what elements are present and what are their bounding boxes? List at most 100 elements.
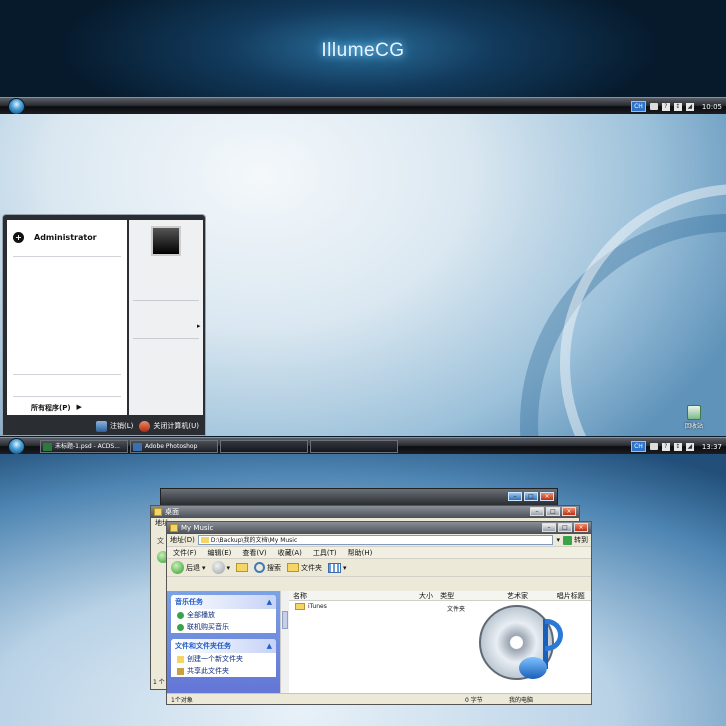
folder-icon <box>295 603 305 610</box>
forward-button[interactable]: ▾ <box>211 561 231 574</box>
search-button[interactable]: 搜索 <box>254 562 281 573</box>
column-album[interactable]: 唱片标题 <box>553 591 591 600</box>
task-share-folder[interactable]: 共享此文件夹 <box>171 665 276 677</box>
chevron-down-icon[interactable]: ▾ <box>556 536 560 544</box>
chevron-up-icon[interactable]: ▲ <box>267 598 272 606</box>
column-type[interactable]: 类型 <box>436 591 503 600</box>
logoff-label: 注销(L) <box>110 422 134 430</box>
window-titlebar[interactable]: My Music – □ × <box>167 522 591 534</box>
chevron-down-icon[interactable]: ▾ <box>227 564 231 572</box>
task-pane-scrollbar[interactable] <box>280 591 289 694</box>
menu-favorites[interactable]: 收藏(A) <box>278 548 302 558</box>
views-icon <box>328 562 342 573</box>
minimize-button[interactable]: – <box>530 507 544 516</box>
photoshop-icon <box>133 443 142 451</box>
start-menu-footer: 注销(L) 关闭计算机(U) <box>3 416 205 436</box>
system-tray: CH ? ↕ ◢ 10:05 <box>631 98 722 115</box>
volume-icon[interactable]: ◢ <box>685 102 694 111</box>
column-name[interactable]: 名称 <box>289 591 415 600</box>
minimize-button[interactable]: – <box>508 492 522 501</box>
help-icon[interactable]: ? <box>661 442 670 451</box>
task-play-all[interactable]: 全部播放 <box>171 609 276 621</box>
menu-bar: 文件(F) 编辑(E) 查看(V) 收藏(A) 工具(T) 帮助(H) <box>167 547 591 559</box>
start-menu-places-pane: ▸ <box>129 220 203 415</box>
clock[interactable]: 10:05 <box>702 103 722 111</box>
taskbar-button-label: 未标题-1.psd - ACDS... <box>55 443 120 450</box>
scrollbar-thumb[interactable] <box>282 611 288 629</box>
taskbar-button-photoshop[interactable]: Adobe Photoshop <box>130 440 218 453</box>
task-new-folder[interactable]: 创建一个新文件夹 <box>171 653 276 665</box>
avatar[interactable] <box>151 226 181 256</box>
forward-icon <box>211 561 225 574</box>
minimize-button[interactable]: – <box>542 523 556 532</box>
header-banner: IllumeCG <box>0 0 726 97</box>
file-name: iTunes <box>308 603 327 610</box>
back-button[interactable]: 后退 ▾ <box>171 561 206 574</box>
explorer-content: 音乐任务 ▲ 全部播放 联机购买音乐 文件和文件夹任务 ▲ 创建一个新文件夹 共… <box>167 591 591 694</box>
folder-icon <box>170 524 178 532</box>
volume-icon[interactable]: ◢ <box>685 442 694 451</box>
folders-button[interactable]: 文件夹 <box>287 563 322 573</box>
views-button[interactable]: ▾ <box>328 562 347 573</box>
recycle-bin[interactable]: 回收站 <box>682 405 706 430</box>
keyboard-icon[interactable] <box>649 443 658 450</box>
taskbar-button[interactable] <box>220 440 308 453</box>
chevron-right-icon[interactable]: ▸ <box>197 322 201 330</box>
close-button[interactable]: × <box>562 507 576 516</box>
maximize-button[interactable]: □ <box>524 492 538 501</box>
address-label: 地址(D) <box>170 536 195 544</box>
taskbar-button[interactable] <box>310 440 398 453</box>
clock[interactable]: 13:37 <box>702 443 722 451</box>
chevron-up-icon[interactable]: ▲ <box>267 642 272 650</box>
divider <box>13 256 121 257</box>
task-pane: 音乐任务 ▲ 全部播放 联机购买音乐 文件和文件夹任务 ▲ 创建一个新文件夹 共… <box>167 591 280 694</box>
list-item[interactable]: iTunes <box>295 603 327 610</box>
window-my-music[interactable]: My Music – □ × 地址(D) D:\Backup\我的文档\My M… <box>166 521 592 705</box>
logoff-button[interactable]: 注销(L) <box>96 420 134 432</box>
file-tasks-header[interactable]: 文件和文件夹任务 ▲ <box>171 639 276 653</box>
go-button[interactable]: 转到 <box>563 535 588 545</box>
help-icon[interactable]: ? <box>661 102 670 111</box>
file-tasks-panel: 文件和文件夹任务 ▲ 创建一个新文件夹 共享此文件夹 <box>171 639 276 677</box>
chevron-down-icon[interactable]: ▾ <box>202 564 206 572</box>
all-programs-button[interactable]: 所有程序(P) ▶ <box>31 403 82 413</box>
language-indicator[interactable]: CH <box>631 101 646 112</box>
menu-edit[interactable]: 编辑(E) <box>208 548 232 558</box>
window-controls: – □ × <box>530 507 576 516</box>
music-tasks-header[interactable]: 音乐任务 ▲ <box>171 595 276 609</box>
close-button[interactable]: × <box>540 492 554 501</box>
power-icon <box>139 420 151 432</box>
status-text: 1 个 <box>153 679 165 686</box>
back-label: 后退 <box>186 563 200 572</box>
go-icon <box>563 535 572 545</box>
menu-tools[interactable]: 工具(T) <box>313 548 337 558</box>
language-indicator[interactable]: CH <box>631 441 646 452</box>
keyboard-icon[interactable] <box>649 103 658 110</box>
menu-file[interactable]: 文件(F) <box>173 548 197 558</box>
user-icon: + <box>13 232 24 243</box>
task-buy-music[interactable]: 联机购买音乐 <box>171 621 276 633</box>
start-menu-user[interactable]: + Administrator <box>13 232 97 243</box>
address-input[interactable]: D:\Backup\我的文档\My Music <box>197 535 554 545</box>
menu-help[interactable]: 帮助(H) <box>348 548 373 558</box>
wallpaper-swoosh <box>560 184 726 436</box>
chevron-down-icon[interactable]: ▾ <box>343 564 347 572</box>
close-button[interactable]: × <box>574 523 588 532</box>
window-titlebar[interactable]: 桌面 – □ × <box>151 506 579 518</box>
folders-label: 文件夹 <box>301 563 323 572</box>
taskbar-button-acdsee[interactable]: 未标题-1.psd - ACDS... <box>40 440 128 453</box>
maximize-button[interactable]: □ <box>558 523 572 532</box>
start-orb-button[interactable] <box>8 438 25 455</box>
network-icon[interactable]: ↕ <box>673 102 682 111</box>
start-orb-button[interactable] <box>8 98 25 115</box>
up-button[interactable] <box>236 563 249 572</box>
column-artist[interactable]: 艺术家 <box>503 591 553 600</box>
user-name: Administrator <box>34 233 97 242</box>
maximize-button[interactable]: □ <box>546 507 560 516</box>
back-icon <box>171 561 184 574</box>
menu-view[interactable]: 查看(V) <box>242 548 266 558</box>
column-size[interactable]: 大小 <box>415 591 436 600</box>
shutdown-button[interactable]: 关闭计算机(U) <box>139 420 199 432</box>
divider <box>133 338 199 339</box>
network-icon[interactable]: ↕ <box>673 442 682 451</box>
